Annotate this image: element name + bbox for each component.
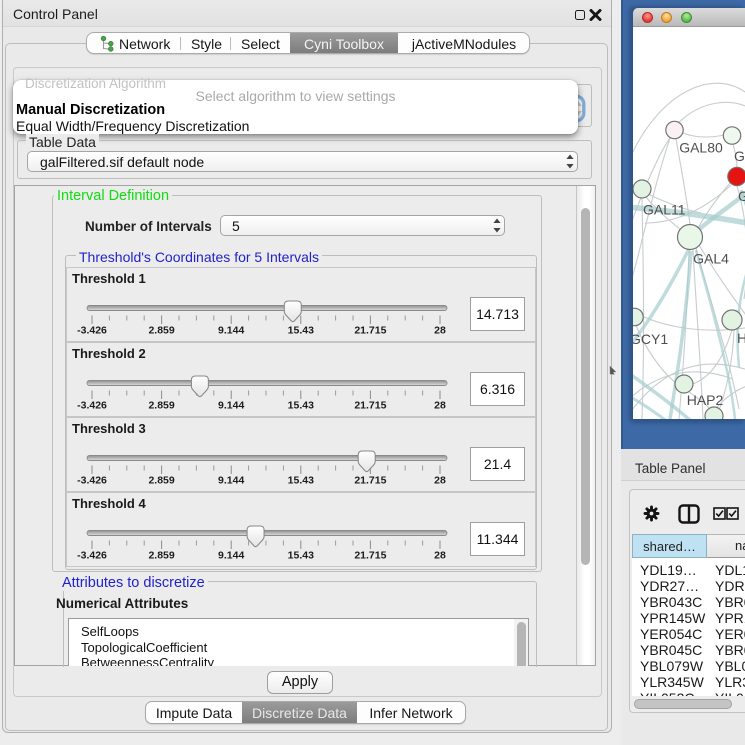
svg-text:9.144: 9.144 — [218, 475, 244, 487]
svg-text:-3.426: -3.426 — [77, 550, 107, 562]
svg-text:28: 28 — [434, 325, 446, 337]
svg-text:9.144: 9.144 — [218, 550, 244, 562]
svg-text:21.715: 21.715 — [354, 325, 386, 337]
svg-text:GCY1: GCY1 — [633, 331, 668, 347]
svg-text:15.43: 15.43 — [288, 475, 314, 487]
svg-text:28: 28 — [434, 475, 446, 487]
svg-text:28: 28 — [434, 550, 446, 562]
svg-text:2.859: 2.859 — [148, 400, 174, 412]
svg-text:-3.426: -3.426 — [77, 475, 107, 487]
svg-text:21.715: 21.715 — [354, 475, 386, 487]
svg-text:15.43: 15.43 — [288, 325, 314, 337]
svg-text:9.144: 9.144 — [218, 400, 244, 412]
svg-text:2.859: 2.859 — [148, 475, 174, 487]
svg-text:2.859: 2.859 — [148, 325, 174, 337]
svg-text:-3.426: -3.426 — [77, 325, 107, 337]
svg-text:GAL11: GAL11 — [643, 202, 686, 218]
svg-text:15.43: 15.43 — [288, 550, 314, 562]
svg-text:GAL80: GAL80 — [679, 140, 723, 156]
svg-text:28: 28 — [434, 400, 446, 412]
svg-text:21.715: 21.715 — [354, 550, 386, 562]
svg-text:HA: HA — [737, 330, 745, 346]
svg-text:21.715: 21.715 — [354, 400, 386, 412]
svg-text:2.859: 2.859 — [148, 550, 174, 562]
svg-text:15.43: 15.43 — [288, 400, 314, 412]
svg-text:GAL4: GAL4 — [693, 251, 729, 267]
svg-text:HAP2: HAP2 — [687, 392, 724, 408]
svg-text:GAL…: GAL… — [734, 148, 745, 164]
svg-text:9.144: 9.144 — [218, 325, 244, 337]
svg-text:GA: GA — [738, 188, 745, 204]
svg-text:-3.426: -3.426 — [77, 400, 107, 412]
